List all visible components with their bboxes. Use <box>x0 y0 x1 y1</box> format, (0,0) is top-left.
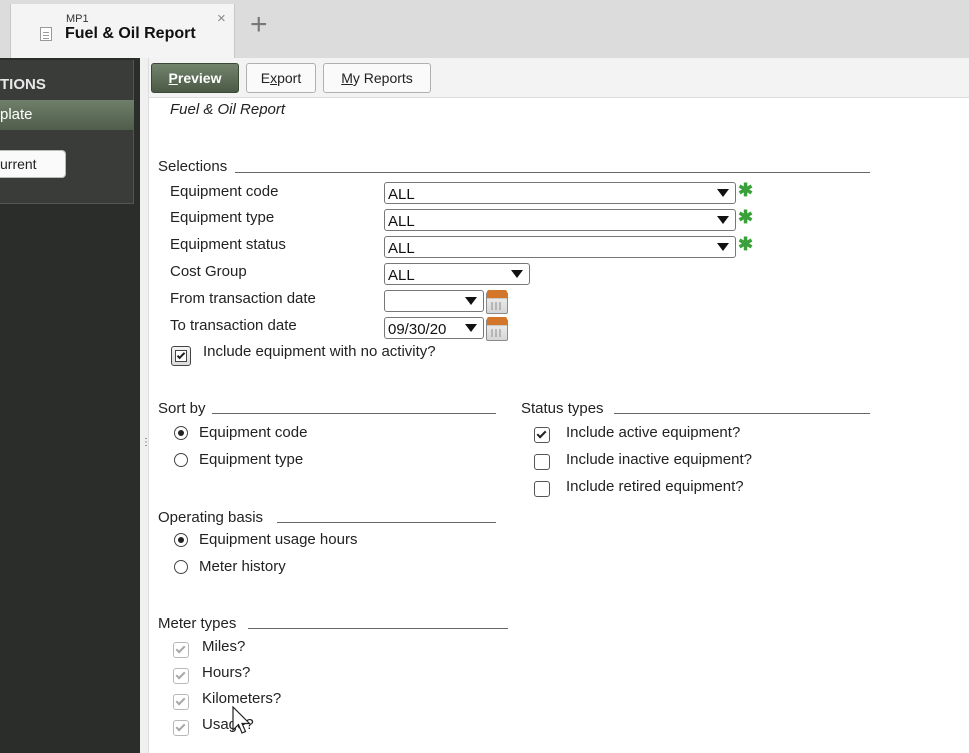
cost-group-label: Cost Group <box>170 263 247 280</box>
required-icon: ✱ <box>738 180 754 200</box>
checkmark-icon <box>175 695 186 706</box>
sort-by-heading: Sort by <box>158 400 206 417</box>
required-icon: ✱ <box>738 234 754 254</box>
chevron-down-icon <box>465 324 477 332</box>
equipment-type-select[interactable]: ALL <box>384 209 736 231</box>
meter-types-heading: Meter types <box>158 615 237 632</box>
toolbar: Preview Export My Reports <box>149 58 969 98</box>
equipment-status-select[interactable]: ALL <box>384 236 736 258</box>
checkmark-icon <box>175 643 186 654</box>
checkmark-icon <box>175 721 186 732</box>
sort-equipment-code-radio[interactable] <box>174 426 188 440</box>
hours-checkbox <box>173 668 189 684</box>
usage-checkbox <box>173 720 189 736</box>
hours-label: Hours? <box>202 664 251 681</box>
sort-equipment-type-radio[interactable] <box>174 453 188 467</box>
chevron-down-icon <box>717 243 729 251</box>
from-date-label: From transaction date <box>170 290 316 307</box>
cost-group-select[interactable]: ALL <box>384 263 530 285</box>
calendar-icon[interactable] <box>486 290 508 314</box>
sidebar-current-button[interactable]: urrent <box>0 150 66 178</box>
add-tab-icon[interactable]: + <box>250 10 268 40</box>
close-icon[interactable]: × <box>217 10 226 27</box>
sidebar-heading: TIONS <box>0 76 46 93</box>
usage-hours-label: Equipment usage hours <box>199 531 358 548</box>
sort-by-divider <box>212 413 496 414</box>
inactive-equipment-label: Include inactive equipment? <box>566 451 752 468</box>
to-date-select[interactable]: 09/30/20 <box>384 317 484 339</box>
tab-subtitle: MP1 <box>66 13 89 25</box>
active-equipment-checkbox[interactable] <box>534 427 550 443</box>
drag-handle-icon[interactable]: ⋮ <box>141 438 151 448</box>
meter-types-divider <box>248 628 508 629</box>
export-button[interactable]: Export <box>246 63 316 93</box>
sort-equipment-code-label: Equipment code <box>199 424 308 441</box>
tab-title: Fuel & Oil Report <box>65 25 196 42</box>
report-title: Fuel & Oil Report <box>170 101 286 118</box>
calendar-icon[interactable] <box>486 317 508 341</box>
status-types-divider <box>614 413 870 414</box>
meter-history-radio[interactable] <box>174 560 188 574</box>
selections-divider <box>235 172 870 173</box>
my-reports-button[interactable]: My Reports <box>323 63 431 93</box>
selections-heading: Selections <box>158 158 228 175</box>
include-no-activity-checkbox[interactable] <box>171 346 191 366</box>
retired-equipment-checkbox[interactable] <box>534 481 550 497</box>
chevron-down-icon <box>511 270 523 278</box>
to-date-label: To transaction date <box>170 317 297 334</box>
status-types-heading: Status types <box>521 400 604 417</box>
document-icon <box>40 27 52 41</box>
meter-history-label: Meter history <box>199 558 286 575</box>
splitter[interactable]: ⋮ <box>140 58 151 753</box>
equipment-code-label: Equipment code <box>170 183 279 200</box>
sidebar: TIONS plate urrent <box>0 58 140 753</box>
retired-equipment-label: Include retired equipment? <box>566 478 744 495</box>
miles-checkbox <box>173 642 189 658</box>
preview-button[interactable]: Preview <box>151 63 239 93</box>
checkmark-icon <box>176 350 186 360</box>
from-date-select[interactable] <box>384 290 484 312</box>
chevron-down-icon <box>717 216 729 224</box>
main-panel: ⋮ Preview Export My Reports Fuel & Oil R… <box>140 58 969 753</box>
checkmark-icon <box>175 669 186 680</box>
chevron-down-icon <box>465 297 477 305</box>
sort-equipment-type-label: Equipment type <box>199 451 304 468</box>
sidebar-item-template[interactable]: plate <box>0 100 134 130</box>
equipment-type-label: Equipment type <box>170 209 275 226</box>
kilometers-label: Kilometers? <box>202 690 282 707</box>
active-equipment-label: Include active equipment? <box>566 424 741 441</box>
inactive-equipment-checkbox[interactable] <box>534 454 550 470</box>
usage-hours-radio[interactable] <box>174 533 188 547</box>
include-no-activity-label: Include equipment with no activity? <box>203 343 436 360</box>
operating-basis-heading: Operating basis <box>158 509 264 526</box>
equipment-status-label: Equipment status <box>170 236 286 253</box>
chevron-down-icon <box>717 189 729 197</box>
checkmark-icon <box>536 428 547 439</box>
report-tab[interactable]: MP1 Fuel & Oil Report × <box>10 4 235 58</box>
operating-basis-divider <box>277 522 496 523</box>
kilometers-checkbox <box>173 694 189 710</box>
miles-label: Miles? <box>202 638 246 655</box>
required-icon: ✱ <box>738 207 754 227</box>
sidebar-panel: TIONS plate urrent <box>0 60 134 204</box>
tab-strip: MP1 Fuel & Oil Report × + <box>0 0 969 58</box>
equipment-code-select[interactable]: ALL <box>384 182 736 204</box>
